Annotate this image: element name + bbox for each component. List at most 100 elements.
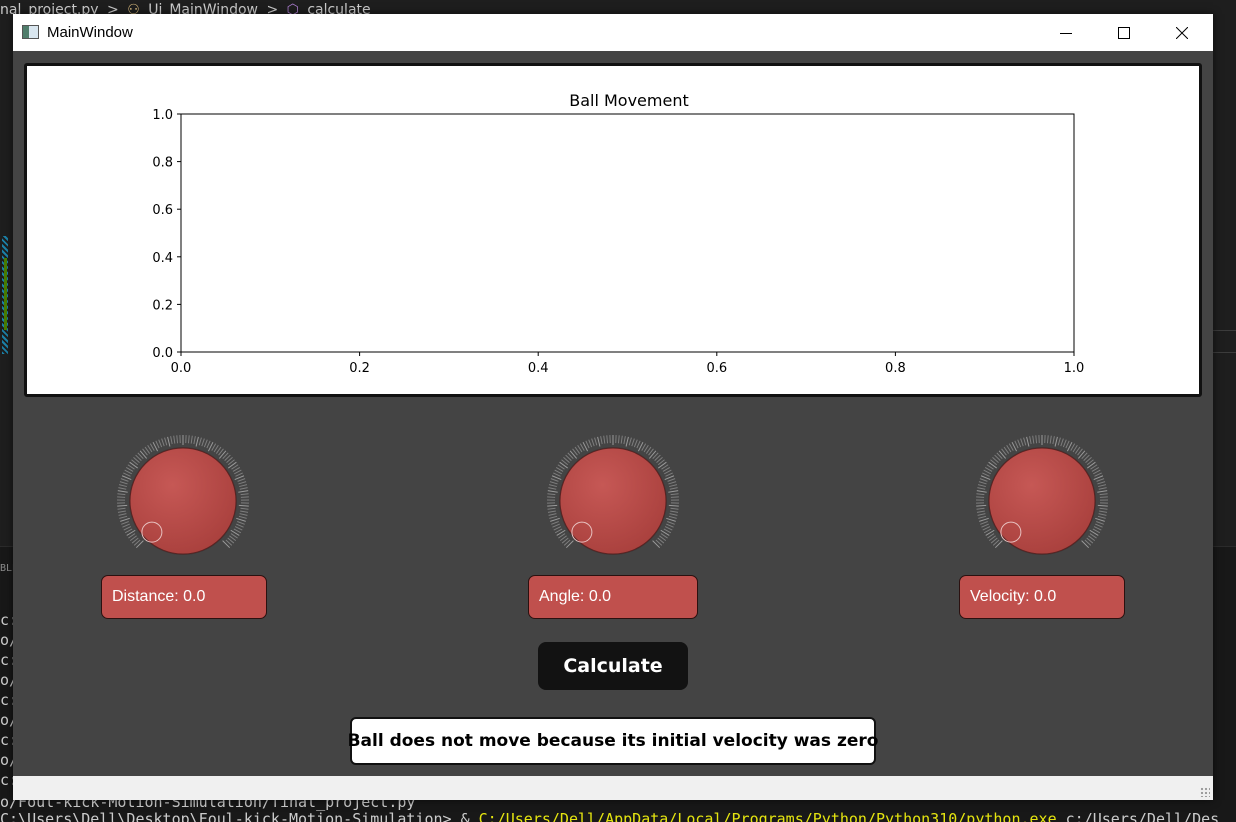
dial-tick [667,521,675,525]
dial-tick [1020,438,1024,447]
dial-tick [239,484,248,488]
dial-tick [631,438,635,447]
dial-knob[interactable] [988,447,1096,555]
dial-tick [548,487,557,490]
dial-tick [120,517,130,522]
terminal-text: c: [0,611,19,629]
dial-tick [600,436,603,445]
dial-tick [201,438,205,447]
y-tick-label: 0.8 [152,156,173,171]
plot-title: Ball Movement [569,91,689,110]
dial-tick [977,484,986,488]
result-message: Ball does not move because its initial v… [348,717,878,765]
x-tick-label: 1.0 [1064,361,1085,376]
dial-tick [117,507,126,510]
dial-face [117,435,249,555]
dial-tick [1097,515,1106,519]
dial-tick [981,523,989,528]
dial-tick [648,450,657,459]
dial-tick [117,510,126,513]
distance-value-label: Distance: 0.0 [101,575,267,619]
dial-tick [203,439,208,448]
dial-tick [652,540,661,549]
panel-divider [1213,330,1236,331]
dial-tick [240,493,249,496]
ball-movement-plot[interactable]: Ball Movement 0.0 0.2 0.4 0.6 0.8 1.0 0.0 0.2 0.… [24,63,1202,397]
dial-tick [664,469,672,475]
dial-tick [167,436,171,447]
dial-tick [1077,450,1086,459]
dial-tick [982,526,991,531]
title-bar[interactable]: MainWindow [13,14,1213,51]
dial-tick [664,526,673,531]
maximize-button[interactable] [1095,14,1153,51]
dial-tick [218,450,227,459]
dial-tick [170,436,173,445]
dial-tick [594,437,598,446]
app-icon [22,25,39,39]
dial-tick [549,481,558,485]
dial-tick [976,510,985,513]
dial-tick [222,540,231,549]
dial-tick [569,450,578,459]
dial-tick [236,523,244,528]
angle-value-label: Angle: 0.0 [528,575,698,619]
x-tick-label: 0.6 [706,361,727,376]
dial-knob[interactable] [129,447,237,555]
size-grip-icon[interactable] [1200,787,1210,797]
dial-knob[interactable] [559,447,667,555]
dial-tick [1096,521,1104,525]
dial-tick [976,504,987,507]
terminal-text: c: [0,771,19,789]
dial-tick [625,436,629,447]
distance-dial[interactable] [113,431,253,571]
dial-tick [549,515,558,519]
angle-dial[interactable] [543,431,683,571]
x-tick-label: 0.0 [171,361,192,376]
dial-tick [670,510,679,513]
dial-tick [239,487,248,490]
dial-tick [1054,436,1058,447]
dial-tick [238,504,249,507]
velocity-value-label: Velocity: 0.0 [959,575,1125,619]
dial-tick [547,504,558,507]
dial-tick [234,526,243,531]
dial-tick [977,513,986,516]
dial-tick [628,437,632,446]
minimize-button[interactable] [1037,14,1095,51]
dial-tick [1081,540,1090,549]
dial-tick [633,439,638,448]
velocity-dial[interactable] [972,431,1112,571]
dial-tick [119,481,128,485]
dial-tick [1049,435,1052,444]
dial-tick [1097,481,1106,485]
dial-tick [548,513,557,516]
dial-tick [135,540,144,549]
main-window: MainWindow Ball Movement 0.0 0.2 0.4 0.6 0.8… [13,14,1213,800]
dial-tick [670,493,679,496]
dial-tick [547,490,558,493]
dial-tick [1017,439,1022,448]
dial-tick [982,472,990,477]
y-tick-label: 0.0 [152,346,173,361]
dial-tick [238,490,249,493]
dial-tick [237,478,246,482]
dial-tick [617,435,620,444]
dial-tick [547,496,556,498]
dial-tick [597,436,601,447]
plot-frame [180,113,1075,353]
panel-divider [1213,352,1236,353]
dial-tick [669,487,678,490]
terminal-text: c: [0,651,19,669]
dial-tick [234,469,242,475]
dial-tick [623,436,626,445]
dial-tick [1097,504,1108,507]
dial-tick [1029,436,1032,445]
dial-tick [603,435,606,444]
dial-tick [119,515,128,519]
gutter-added-marker [4,258,7,330]
close-button[interactable] [1153,14,1211,51]
dial-tick [976,490,987,493]
calculate-button[interactable]: Calculate [538,642,688,690]
dial-tick [237,521,245,525]
